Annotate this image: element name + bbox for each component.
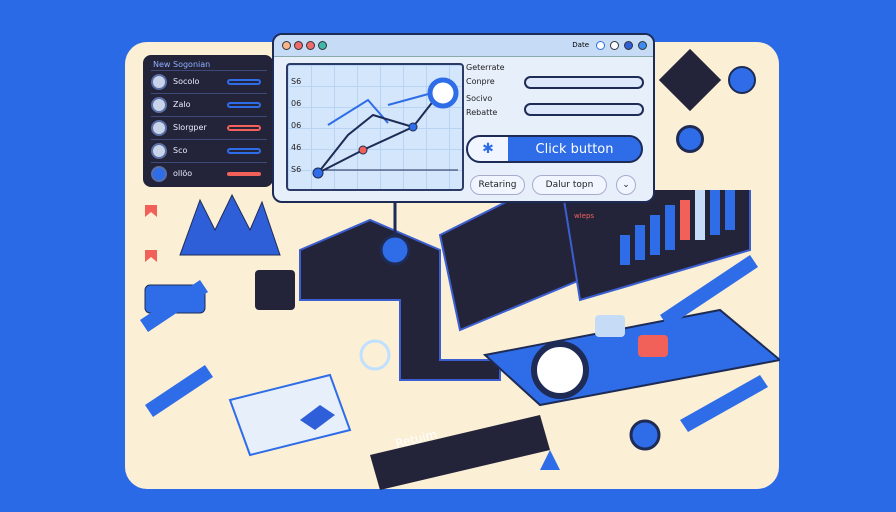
form-label: Conpre xyxy=(466,77,495,86)
bookmark-icon xyxy=(145,250,157,262)
toggle[interactable] xyxy=(227,124,261,131)
sidebar-item[interactable]: Socolo xyxy=(151,70,267,92)
sidebar-title: New Sogonian xyxy=(153,60,211,69)
dropdown-pill[interactable]: Dalur topn xyxy=(532,175,607,195)
text-input[interactable] xyxy=(524,76,644,89)
data-point xyxy=(358,145,368,155)
form-label: Socivo xyxy=(466,94,493,103)
click-button[interactable]: ✱ Click button xyxy=(466,135,643,163)
sidebar-item-label: ollöo xyxy=(173,169,193,178)
ring-icon xyxy=(359,339,391,371)
data-point xyxy=(312,167,324,179)
toggle[interactable] xyxy=(227,101,261,108)
pencil-icon xyxy=(680,375,768,432)
toggle[interactable] xyxy=(227,147,261,154)
bookmark-icon xyxy=(145,205,157,217)
item-icon xyxy=(151,165,167,182)
asterisk-icon: ✱ xyxy=(468,137,508,161)
sidebar-item-label: Socolo xyxy=(173,77,200,86)
sidebar-panel: New Sogonian Socolo Zalo Slorgper Sco ol… xyxy=(143,55,273,187)
retaring-pill[interactable]: Retaring xyxy=(470,175,525,195)
form-label: Rebatte xyxy=(466,108,498,117)
series-line xyxy=(317,94,439,174)
sidebar-item-label: Zalo xyxy=(173,100,191,109)
coin-icon xyxy=(728,66,756,94)
network-panel xyxy=(438,190,582,332)
pencil-icon xyxy=(145,365,213,417)
window-dot[interactable] xyxy=(624,41,633,50)
window-dot[interactable] xyxy=(638,41,647,50)
sidebar-item[interactable]: Zalo xyxy=(151,93,267,115)
decorative-scene xyxy=(140,190,780,490)
sidebar-item[interactable]: Slorgper xyxy=(151,116,267,138)
slider[interactable] xyxy=(227,171,261,176)
window-dot[interactable] xyxy=(596,41,605,50)
mountain-shape xyxy=(179,193,281,256)
toggle[interactable] xyxy=(227,78,261,85)
data-point-highlight xyxy=(427,77,459,109)
series-line xyxy=(327,98,389,126)
window-dot[interactable] xyxy=(282,41,291,50)
button-icon xyxy=(595,315,625,337)
form-label: Geterrate xyxy=(466,63,505,72)
header-label: Date xyxy=(572,41,589,49)
coin-icon xyxy=(629,419,661,451)
joystick-icon xyxy=(379,234,411,266)
line-chart: S6 06 06 46 S6 xyxy=(286,63,464,191)
sidebar-item[interactable]: ollöo xyxy=(151,162,267,184)
item-icon xyxy=(151,73,167,90)
dashboard-label: wleps xyxy=(574,212,595,220)
keypad xyxy=(255,270,295,310)
window-dot[interactable] xyxy=(294,41,303,50)
sidebar-item-label: Sco xyxy=(173,146,188,155)
window-dot[interactable] xyxy=(318,41,327,50)
button-icon xyxy=(638,335,668,357)
data-point xyxy=(408,122,418,132)
text-input[interactable] xyxy=(524,103,644,116)
sidebar-item[interactable]: Sco xyxy=(151,139,267,161)
chart-lines xyxy=(312,77,459,179)
item-icon xyxy=(151,96,167,113)
window-dot[interactable] xyxy=(306,41,315,50)
coin-icon xyxy=(676,125,704,153)
item-icon xyxy=(151,142,167,159)
click-button-label: Click button xyxy=(535,141,614,157)
dial-icon xyxy=(531,341,589,399)
window-dot[interactable] xyxy=(610,41,619,50)
return-card xyxy=(370,415,550,490)
app-window: Date S6 06 06 46 S6 Geterrate Conpre Soc… xyxy=(272,33,655,203)
item-icon xyxy=(151,119,167,136)
chevron-down-icon[interactable]: ⌄ xyxy=(616,175,636,195)
window-titlebar: Date xyxy=(274,35,653,57)
sidebar-item-label: Slorgper xyxy=(173,123,207,132)
cone-icon xyxy=(540,450,560,470)
